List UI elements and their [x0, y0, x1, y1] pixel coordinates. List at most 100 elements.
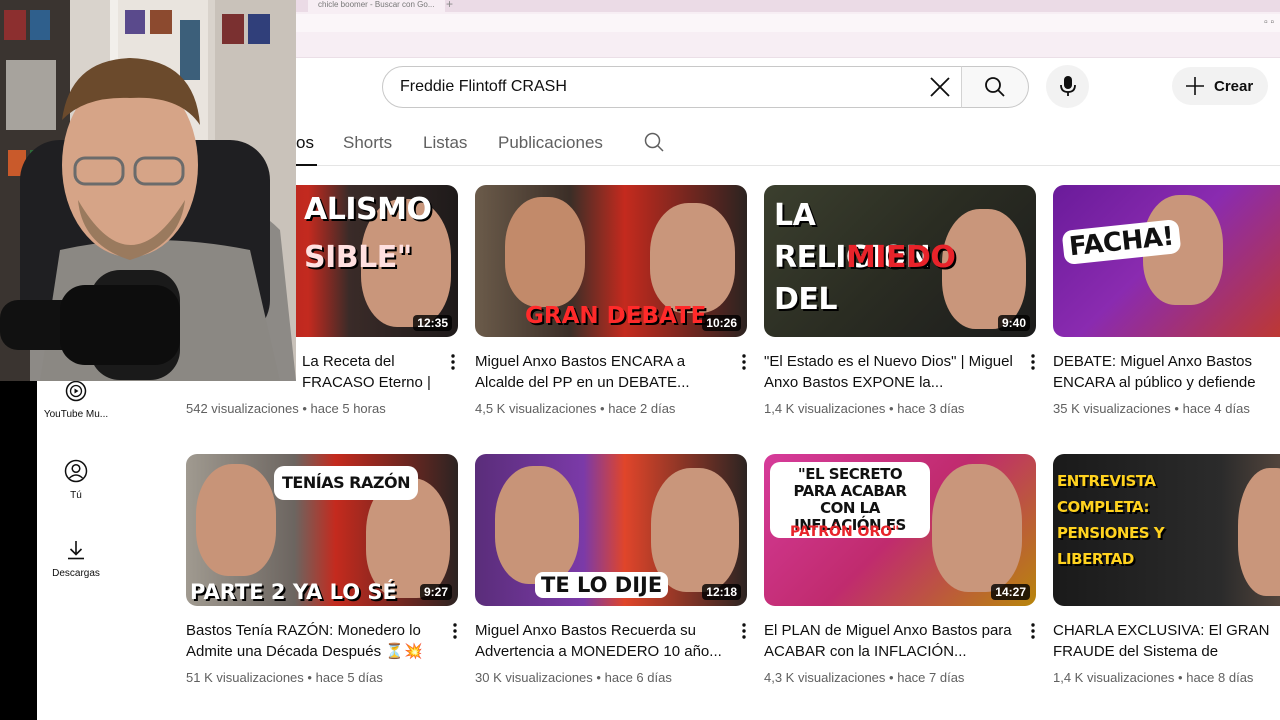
video-metadata: 4,3 K visualizaciones • hace 7 días — [764, 670, 964, 685]
video-duration: 9:27 — [419, 584, 452, 600]
video-title[interactable]: El PLAN de Miguel Anxo Bastos para ACABA… — [764, 620, 1014, 662]
webcam-overlay — [0, 0, 296, 381]
video-metadata: 4,5 K visualizaciones • hace 2 días — [475, 401, 675, 416]
upload-age: hace 6 días — [604, 670, 672, 685]
video-metadata: 30 K visualizaciones • hace 6 días — [475, 670, 672, 685]
view-count: 30 K visualizaciones — [475, 670, 593, 685]
more-options-icon[interactable] — [444, 353, 462, 371]
thumbnail-text: PARTE 2 YA LO SÉ — [190, 580, 397, 604]
youtube-music-icon — [65, 380, 87, 402]
view-count: 35 K visualizaciones — [1053, 401, 1171, 416]
tab-videos[interactable]: os — [296, 133, 314, 153]
more-options-icon[interactable] — [446, 622, 464, 640]
create-button[interactable]: Crear — [1172, 67, 1268, 105]
video-duration: 10:26 — [702, 315, 741, 331]
webcam-video — [0, 0, 296, 381]
restore-icon[interactable]: ▫ — [1264, 17, 1268, 28]
active-tab-indicator — [296, 164, 317, 166]
thumbnail-face — [196, 464, 276, 576]
view-count: 4,5 K visualizaciones — [475, 401, 597, 416]
upload-age: hace 5 días — [315, 670, 383, 685]
tab-strip: chicle boomer - Buscar con Go... + — [296, 0, 1280, 12]
more-options-icon[interactable] — [1024, 622, 1042, 640]
video-metadata: 1,4 K visualizaciones • hace 3 días — [764, 401, 964, 416]
close-window-icon[interactable]: ▫ — [1270, 17, 1274, 28]
search-button[interactable] — [961, 66, 1029, 108]
youtube-header: Freddie Flintoff CRASH Crear — [296, 58, 1280, 114]
sidebar-item-tu[interactable]: Tú — [37, 459, 115, 501]
sidebar-item-descargas[interactable]: Descargas — [37, 539, 115, 579]
meta-separator: • — [1178, 670, 1183, 685]
search-icon — [985, 77, 1005, 97]
channel-tabs: os Shorts Listas Publicaciones — [296, 116, 1280, 166]
meta-separator: • — [1174, 401, 1179, 416]
video-thumbnail[interactable]: LA RELIGION DEL MIEDO 9:40 — [764, 185, 1036, 337]
window-controls: ▫ ▫ — [1264, 17, 1274, 28]
upload-age: hace 2 días — [608, 401, 676, 416]
more-options-icon[interactable] — [1024, 353, 1042, 371]
thumbnail-text: MIEDO — [846, 240, 956, 275]
upload-age: hace 3 días — [897, 401, 965, 416]
video-title[interactable]: Miguel Anxo Bastos ENCARA a Alcalde del … — [475, 351, 725, 393]
video-thumbnail[interactable]: "EL SECRETO PARA ACABAR CON LA INFLACIÓN… — [764, 454, 1036, 606]
meta-separator: • — [889, 401, 894, 416]
thumbnail-text: TENÍAS RAZÓN — [274, 466, 418, 500]
meta-separator: • — [600, 401, 605, 416]
thumbnail-face — [932, 464, 1022, 592]
video-title[interactable]: Bastos Tenía RAZÓN: Monedero lo Admite u… — [186, 620, 436, 662]
video-title[interactable]: "El Estado es el Nuevo Dios" | Miguel An… — [764, 351, 1014, 393]
video-duration: 12:35 — [413, 315, 452, 331]
video-metadata: 542 visualizaciones • hace 5 horas — [186, 401, 386, 416]
video-title[interactable]: DEBATE: Miguel Anxo Bastos ENCARA al púb… — [1053, 351, 1280, 393]
upload-age: hace 8 días — [1186, 670, 1254, 685]
tab-listas[interactable]: Listas — [423, 133, 467, 153]
search-query: Freddie Flintoff CRASH — [400, 78, 567, 95]
thumbnail-face — [495, 466, 579, 584]
meta-separator: • — [596, 670, 601, 685]
sidebar-item-label: Descargas — [52, 568, 100, 579]
search-input[interactable]: Freddie Flintoff CRASH — [382, 66, 962, 108]
meta-separator: • — [302, 401, 307, 416]
search-icon[interactable] — [643, 131, 665, 153]
thumbnail-face — [505, 197, 585, 307]
view-count: 1,4 K visualizaciones — [764, 401, 886, 416]
video-title[interactable]: La Receta del FRACASO Eterno | Miguel An… — [302, 351, 432, 393]
tab-shorts[interactable]: Shorts — [343, 133, 392, 153]
thumbnail-face — [650, 203, 735, 313]
download-icon — [68, 541, 84, 560]
video-duration: 14:27 — [991, 584, 1030, 600]
create-label: Crear — [1214, 78, 1254, 95]
video-metadata: 51 K visualizaciones • hace 5 días — [186, 670, 383, 685]
browser-chrome: chicle boomer - Buscar con Go... + ▫ ▫ — [296, 0, 1280, 58]
video-thumbnail[interactable]: ENTREVISTA COMPLETA: PENSIONES Y LIBERTA… — [1053, 454, 1280, 606]
address-bar[interactable] — [296, 14, 1280, 32]
more-options-icon[interactable] — [735, 353, 753, 371]
video-thumbnail[interactable]: TENÍAS RAZÓN PARTE 2 YA LO SÉ 9:27 — [186, 454, 458, 606]
screen: chicle boomer - Buscar con Go... + ▫ ▫ F… — [0, 0, 1280, 720]
voice-search-button[interactable] — [1046, 65, 1089, 108]
tab-publicaciones[interactable]: Publicaciones — [498, 133, 603, 153]
account-icon — [64, 459, 88, 483]
video-metadata: 1,4 K visualizaciones • hace 8 días — [1053, 670, 1253, 685]
thumbnail-text: GRAN DEBATE — [525, 303, 707, 329]
video-thumbnail[interactable]: FACHA! — [1053, 185, 1280, 337]
video-title[interactable]: CHARLA EXCLUSIVA: El GRAN FRAUDE del Sis… — [1053, 620, 1280, 662]
upload-age: hace 5 horas — [310, 401, 386, 416]
sidebar-item-label: Tú — [70, 490, 82, 501]
view-count: 51 K visualizaciones — [186, 670, 304, 685]
close-icon[interactable] — [925, 72, 955, 102]
plus-icon[interactable]: + — [446, 0, 453, 11]
upload-age: hace 4 días — [1182, 401, 1250, 416]
view-count: 542 visualizaciones — [186, 401, 299, 416]
meta-separator: • — [307, 670, 312, 685]
thumbnail-text: PATRÓN ORO" — [790, 524, 900, 540]
video-thumbnail[interactable]: GRAN DEBATE 10:26 — [475, 185, 747, 337]
browser-tab-title: chicle boomer - Buscar con Go... — [318, 0, 435, 9]
thumbnail-text: SIBLE" — [304, 240, 412, 275]
video-title[interactable]: Miguel Anxo Bastos Recuerda su Advertenc… — [475, 620, 725, 662]
video-thumbnail[interactable]: TE LO DIJE 12:18 — [475, 454, 747, 606]
more-options-icon[interactable] — [735, 622, 753, 640]
sidebar-item-youtube-music[interactable]: YouTube Mu... — [37, 380, 115, 420]
microphone-icon — [1060, 76, 1076, 96]
browser-tab[interactable]: chicle boomer - Buscar con Go... — [308, 0, 445, 12]
